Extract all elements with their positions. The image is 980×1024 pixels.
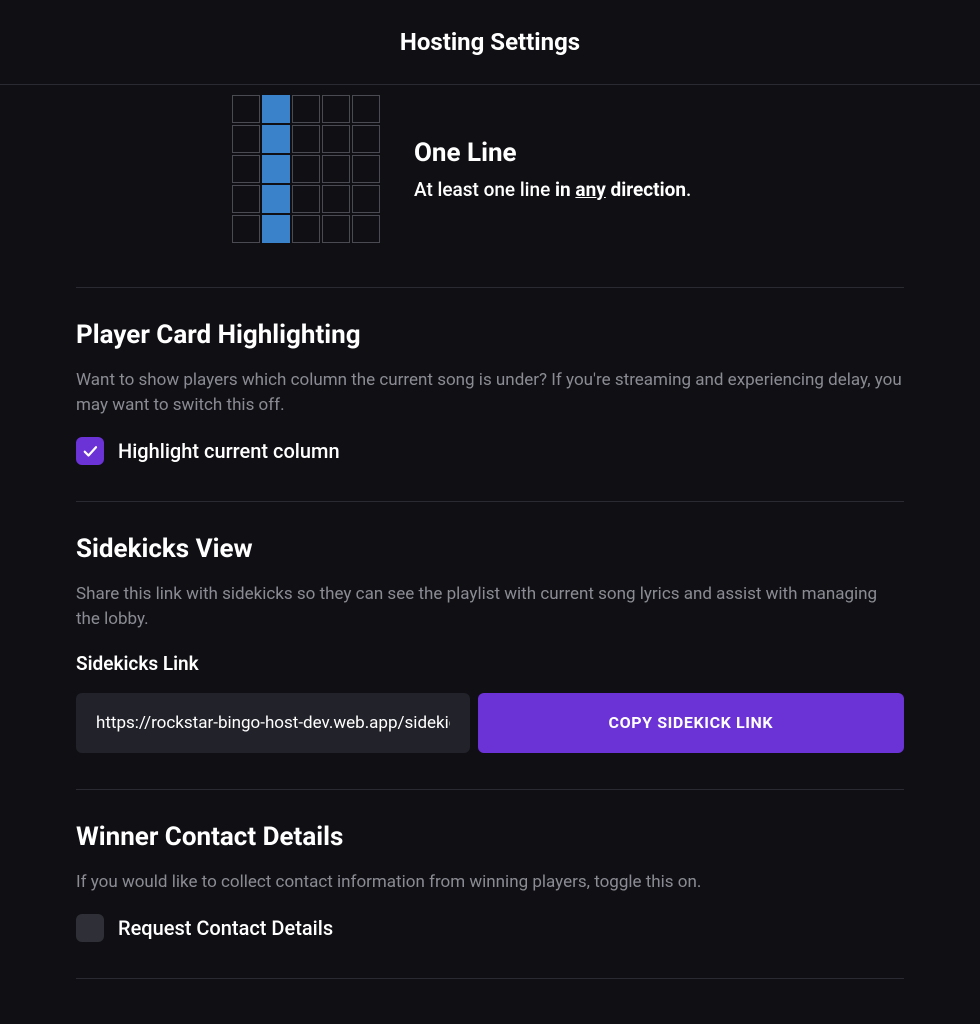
sidekicks-link-row: COPY SIDEKICK LINK (76, 693, 904, 753)
grid-cell (262, 155, 290, 183)
grid-cell (232, 215, 260, 243)
grid-cell (262, 95, 290, 123)
highlight-checkbox-row[interactable]: Highlight current column (76, 437, 904, 465)
grid-cell (292, 155, 320, 183)
sidekicks-desc: Share this link with sidekicks so they c… (76, 582, 904, 631)
sidekicks-section: Sidekicks View Share this link with side… (76, 502, 904, 789)
pattern-text: One Line At least one line in any direct… (414, 138, 691, 201)
grid-cell (232, 155, 260, 183)
grid-cell (322, 125, 350, 153)
grid-cell (262, 185, 290, 213)
grid-cell (322, 215, 350, 243)
sidekicks-title: Sidekicks View (76, 534, 904, 564)
check-icon (81, 442, 99, 460)
grid-cell (352, 215, 380, 243)
grid-cell (232, 95, 260, 123)
win-pattern-section: One Line At least one line in any direct… (76, 85, 904, 288)
grid-cell (292, 95, 320, 123)
highlight-checkbox-label: Highlight current column (118, 439, 340, 463)
sidekicks-link-label: Sidekicks Link (76, 652, 904, 675)
grid-cell (232, 125, 260, 153)
grid-cell (292, 185, 320, 213)
winner-section: Winner Contact Details If you would like… (76, 790, 904, 980)
highlight-section: Player Card Highlighting Want to show pl… (76, 288, 904, 502)
grid-cell (262, 215, 290, 243)
grid-cell (352, 125, 380, 153)
winner-checkbox-label: Request Contact Details (118, 916, 333, 940)
page-header: Hosting Settings (0, 0, 980, 85)
highlight-desc: Want to show players which column the cu… (76, 368, 904, 417)
grid-cell (322, 155, 350, 183)
winner-checkbox-row[interactable]: Request Contact Details (76, 914, 904, 942)
grid-cell (352, 185, 380, 213)
copy-sidekick-link-button[interactable]: COPY SIDEKICK LINK (478, 693, 904, 753)
winner-title: Winner Contact Details (76, 822, 904, 852)
grid-cell (262, 125, 290, 153)
winner-desc: If you would like to collect contact inf… (76, 870, 904, 895)
settings-content: One Line At least one line in any direct… (0, 85, 980, 979)
grid-cell (292, 215, 320, 243)
bingo-grid-icon (232, 95, 380, 243)
grid-cell (352, 155, 380, 183)
pattern-title: One Line (414, 138, 691, 168)
highlight-title: Player Card Highlighting (76, 320, 904, 350)
page-title: Hosting Settings (0, 28, 980, 56)
pattern-desc: At least one line in any direction. (414, 178, 691, 201)
grid-cell (322, 95, 350, 123)
winner-checkbox[interactable] (76, 914, 104, 942)
pattern-row: One Line At least one line in any direct… (76, 95, 904, 243)
grid-cell (232, 185, 260, 213)
sidekicks-link-input[interactable] (76, 693, 470, 753)
grid-cell (352, 95, 380, 123)
grid-cell (292, 125, 320, 153)
grid-cell (322, 185, 350, 213)
highlight-checkbox[interactable] (76, 437, 104, 465)
